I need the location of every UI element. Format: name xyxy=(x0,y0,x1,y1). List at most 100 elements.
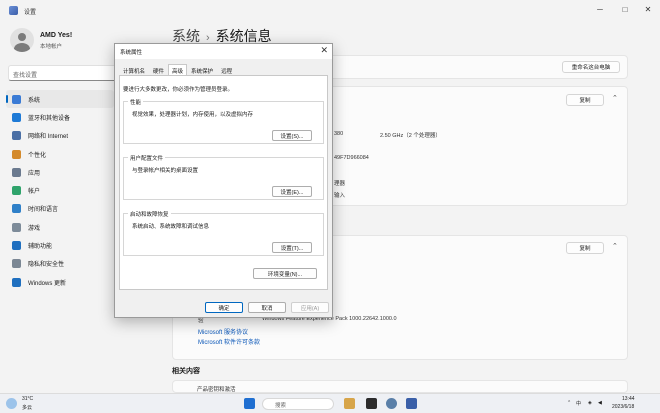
taskview-icon[interactable] xyxy=(366,398,377,409)
title-bar: 设置 ─ □ ✕ xyxy=(0,0,660,22)
sidebar-item[interactable]: 辅助功能 xyxy=(6,236,114,254)
apply-button[interactable]: 应用(A) xyxy=(291,302,329,313)
brush-icon xyxy=(12,149,21,159)
service-agreement-link[interactable]: Microsoft 服务协议 xyxy=(198,327,248,336)
sidebar-item-label: 辅助功能 xyxy=(28,244,53,251)
ok-button[interactable]: 确定 xyxy=(205,302,243,313)
startup-settings-button[interactable]: 设置(T)... xyxy=(272,242,312,253)
performance-group: 性能 视觉效果，处理器计划，内存使用，以及虚拟内存 设置(S)... xyxy=(123,98,324,144)
apps-icon xyxy=(12,167,21,177)
profiles-settings-button[interactable]: 设置(E)... xyxy=(272,186,312,197)
sidebar-nav: 系统蓝牙和其他设备 网络和 Internet 个性化应用帐户时间和语言游戏辅助功能隐… xyxy=(6,90,114,291)
weather-desc: 多云 xyxy=(22,405,33,411)
globe-icon xyxy=(12,204,21,214)
sidebar-item-label: 帐户 xyxy=(28,189,41,196)
sidebar-item-label: 游戏 xyxy=(28,225,41,232)
system-properties-dialog: 系统属性 ✕ 计算机名 硬件 高级 系统保护 远程 要进行大多数更改，你必须作为管理员登… xyxy=(114,43,333,318)
spec-processor-speed: 2.50 GHz（2 个处理器） xyxy=(380,133,441,139)
network-icon xyxy=(12,131,21,141)
sidebar-item[interactable]: 网络和 Internet xyxy=(6,127,114,145)
volume-icon[interactable]: ◀ xyxy=(598,400,602,406)
spec-fragment: 理器 xyxy=(334,181,346,187)
dialog-close-icon[interactable]: ✕ xyxy=(320,45,328,56)
search-placeholder: 查找设置 xyxy=(13,73,38,79)
sidebar-item-label: 隐私和安全性 xyxy=(28,262,65,269)
search-input[interactable]: 查找设置 xyxy=(8,65,118,81)
license-terms-link[interactable]: Microsoft 软件许可条款 xyxy=(198,337,260,346)
spec-device-id: 49F7D966084 xyxy=(334,155,369,161)
sidebar-item[interactable]: 时间和语言 xyxy=(6,200,114,218)
control-panel-icon[interactable] xyxy=(406,398,417,409)
spec-fragment: 380 xyxy=(334,131,344,137)
user-profiles-group: 用户配置文件 与登录帐户相关的桌面设置 设置(E)... xyxy=(123,154,324,200)
sidebar-item[interactable]: 帐户 xyxy=(6,181,114,199)
sidebar-item-label: 蓝牙和其他设备 xyxy=(28,115,71,122)
account-icon xyxy=(12,186,21,196)
bluetooth-icon xyxy=(12,112,21,122)
minimize-button[interactable]: ─ xyxy=(590,2,610,16)
input-language[interactable]: 中 xyxy=(576,400,581,407)
rename-pc-button[interactable]: 重命名这台电脑 xyxy=(562,61,620,73)
explorer-icon[interactable] xyxy=(344,398,355,409)
environment-variables-button[interactable]: 环境变量(N)... xyxy=(253,268,317,279)
profile-subtitle: 本地帐户 xyxy=(40,44,63,50)
admin-note: 要进行大多数更改，你必须作为管理员登录。 xyxy=(123,87,234,93)
weather-temp: 31°C xyxy=(22,396,34,402)
sidebar-item[interactable]: 蓝牙和其他设备 xyxy=(6,108,114,126)
maximize-button[interactable]: □ xyxy=(615,2,635,16)
profile-name: AMD Yes! xyxy=(40,32,73,39)
sidebar-item-label: 时间和语言 xyxy=(28,207,59,214)
related-item-card[interactable]: 产品密钥和激活 xyxy=(172,380,628,393)
spec-fragment: 输入 xyxy=(334,193,346,199)
page-heading: 系统信息 xyxy=(215,28,272,44)
weather-icon[interactable] xyxy=(6,398,17,409)
chevron-up-icon[interactable]: ⌃ xyxy=(567,400,571,406)
sidebar-item-label: 应用 xyxy=(28,170,41,177)
taskbar-search[interactable]: 搜索 xyxy=(262,398,334,410)
group-title: 用户配置文件 xyxy=(128,154,166,162)
settings-icon[interactable] xyxy=(386,398,397,409)
sidebar-item[interactable]: 应用 xyxy=(6,163,114,181)
performance-settings-button[interactable]: 设置(S)... xyxy=(272,130,312,141)
group-description: 与登录帐户相关的桌面设置 xyxy=(132,168,199,174)
sidebar-item-label: 系统 xyxy=(28,97,41,104)
sidebar-item[interactable]: Windows 更新 xyxy=(6,273,114,291)
chevron-up-icon[interactable]: ⌃ xyxy=(612,242,618,250)
shield-icon xyxy=(12,259,21,269)
close-button[interactable]: ✕ xyxy=(638,2,658,16)
group-title: 性能 xyxy=(128,98,144,106)
settings-app-icon xyxy=(9,6,18,15)
related-item-label: 产品密钥和激活 xyxy=(197,387,236,393)
taskbar: 31°C 多云 搜索 ⌃ 中 ◈ ◀ 13:44 2023/6/18 xyxy=(0,393,660,413)
system-icon xyxy=(12,94,21,104)
sidebar-item-label: Windows 更新 xyxy=(28,280,67,287)
related-heading: 相关内容 xyxy=(172,368,200,375)
group-description: 系统启动、系统故障和调试信息 xyxy=(132,224,210,230)
accessibility-icon xyxy=(12,241,21,251)
cancel-button[interactable]: 取消 xyxy=(248,302,286,313)
breadcrumb[interactable]: 系统 xyxy=(172,28,200,44)
clock-date[interactable]: 2023/6/18 xyxy=(612,404,634,410)
copy-specs-button[interactable]: 复制 xyxy=(566,94,604,106)
network-icon[interactable]: ◈ xyxy=(588,400,592,406)
sidebar-item[interactable]: 系统 xyxy=(6,90,114,109)
chevron-up-icon[interactable]: ⌃ xyxy=(612,94,618,102)
group-description: 视觉效果，处理器计划，内存使用，以及虚拟内存 xyxy=(132,112,254,118)
dialog-title: 系统属性 xyxy=(120,50,143,56)
window-title: 设置 xyxy=(24,10,37,16)
startup-recovery-group: 启动和故障恢复 系统启动、系统故障和调试信息 设置(T)... xyxy=(123,210,324,256)
sidebar-item-label: 网络和 Internet xyxy=(28,134,69,141)
sidebar-item[interactable]: 隐私和安全性 xyxy=(6,255,114,273)
sidebar-item[interactable]: 个性化 xyxy=(6,145,114,163)
sidebar-item[interactable]: 游戏 xyxy=(6,218,114,236)
clock-time[interactable]: 13:44 xyxy=(622,396,635,402)
copy-windows-specs-button[interactable]: 复制 xyxy=(566,242,604,254)
game-icon xyxy=(12,222,21,232)
update-icon xyxy=(12,277,21,287)
dialog-title-bar: 系统属性 ✕ xyxy=(115,44,332,59)
start-icon[interactable] xyxy=(244,398,255,409)
group-title: 启动和故障恢复 xyxy=(128,210,171,218)
taskbar-search-placeholder: 搜索 xyxy=(275,403,287,409)
sidebar-item-label: 个性化 xyxy=(28,152,47,159)
avatar[interactable] xyxy=(10,28,34,52)
